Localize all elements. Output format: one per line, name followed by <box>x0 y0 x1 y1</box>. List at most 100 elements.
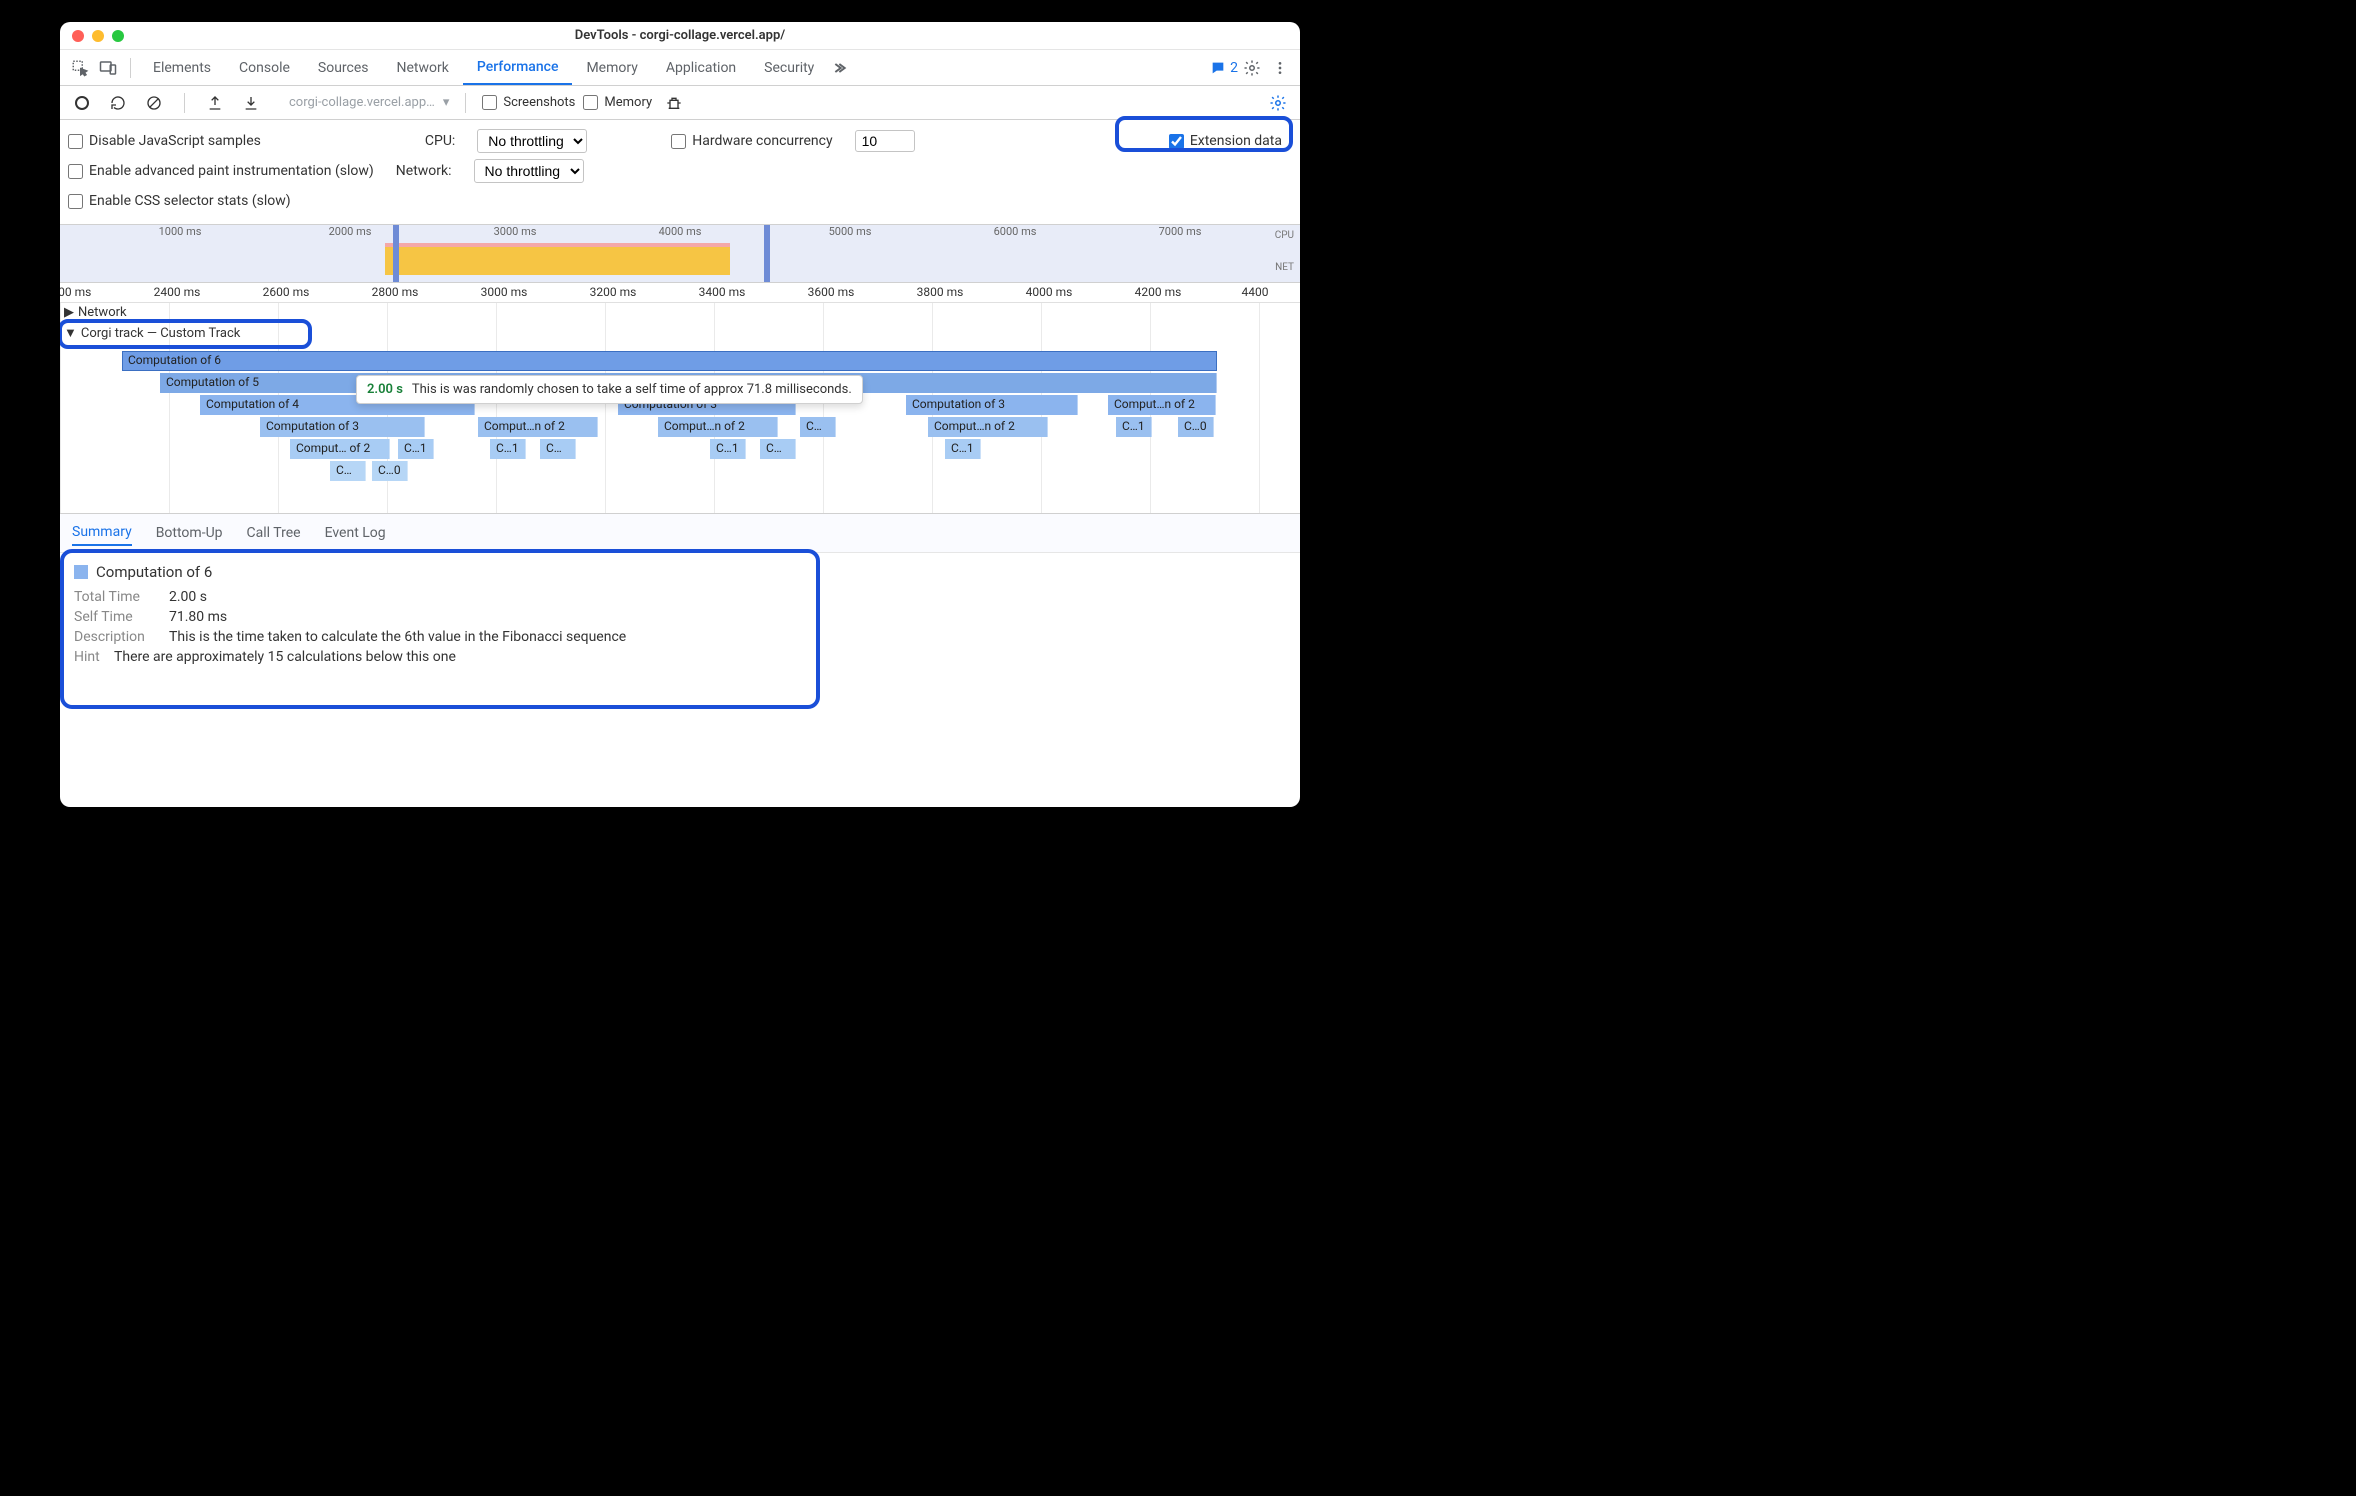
summary-description: This is the time taken to calculate the … <box>169 629 626 645</box>
flamechart[interactable]: ▶ Network ▼ Corgi track — Custom Track C… <box>60 303 1300 513</box>
flame-event[interactable]: Comput…n of 2 <box>1108 395 1216 415</box>
overview-flame <box>385 247 730 275</box>
tab-console[interactable]: Console <box>225 50 304 85</box>
overview-window-end-handle[interactable] <box>764 225 770 282</box>
tab-elements[interactable]: Elements <box>139 50 225 85</box>
network-label: Network: <box>396 163 452 179</box>
ruler-tick: 3600 ms <box>808 285 855 299</box>
recording-name-caret-icon[interactable]: ▾ <box>443 95 450 110</box>
ruler-tick: 3400 ms <box>699 285 746 299</box>
tab-performance[interactable]: Performance <box>463 50 573 85</box>
flame-event[interactable]: Comput…n of 2 <box>928 417 1048 437</box>
overview-tick: 3000 ms <box>494 225 537 238</box>
track-custom-header[interactable]: ▼ Corgi track — Custom Track <box>64 325 240 341</box>
messages-indicator[interactable]: 2 <box>1210 60 1238 76</box>
memory-checkbox[interactable]: Memory <box>583 95 652 110</box>
dtab-bottom-up[interactable]: Bottom-Up <box>156 521 223 545</box>
overview-ruler: 1000 ms2000 ms3000 ms4000 ms5000 ms6000 … <box>60 225 1300 243</box>
expand-icon: ▶ <box>64 305 74 320</box>
download-icon[interactable] <box>237 89 265 117</box>
flame-event[interactable]: Computation of 3 <box>260 417 425 437</box>
track-network-header[interactable]: ▶ Network <box>64 305 127 320</box>
flame-event[interactable]: C… <box>800 417 836 437</box>
dtab-summary[interactable]: Summary <box>72 520 132 546</box>
flame-event[interactable]: Comput…n of 2 <box>478 417 598 437</box>
ruler-tick: 2800 ms <box>372 285 419 299</box>
maximize-window-button[interactable] <box>112 30 124 42</box>
hardware-concurrency-checkbox[interactable]: Hardware concurrency <box>671 133 832 149</box>
ruler-tick: 2400 ms <box>154 285 201 299</box>
flame-event[interactable]: C… <box>330 461 366 481</box>
overview-tick: 7000 ms <box>1159 225 1202 238</box>
summary-color-swatch <box>74 565 88 579</box>
network-throttle-select[interactable]: No throttling <box>474 159 584 183</box>
ruler-tick: 3200 ms <box>590 285 637 299</box>
ruler-tick: 4200 ms <box>1135 285 1182 299</box>
cpu-throttle-select[interactable]: No throttling <box>477 129 587 153</box>
tab-memory[interactable]: Memory <box>572 50 651 85</box>
device-toolbar-icon[interactable] <box>94 54 122 82</box>
screenshots-checkbox[interactable]: Screenshots <box>482 95 575 110</box>
flame-event[interactable]: C…1 <box>398 439 434 459</box>
flame-event[interactable]: C…1 <box>1116 417 1152 437</box>
flame-event[interactable]: C…0 <box>372 461 408 481</box>
close-window-button[interactable] <box>72 30 84 42</box>
flamechart-tooltip: 2.00 s This is was randomly chosen to ta… <box>356 375 863 404</box>
inspect-element-icon[interactable] <box>66 54 94 82</box>
dtab-call-tree[interactable]: Call Tree <box>247 521 301 545</box>
details-tabs: Summary Bottom-Up Call Tree Event Log <box>60 513 1300 553</box>
flame-event[interactable]: C…1 <box>490 439 526 459</box>
tab-application[interactable]: Application <box>652 50 750 85</box>
tab-network[interactable]: Network <box>383 50 463 85</box>
window-title: DevTools - corgi-collage.vercel.app/ <box>124 28 1236 43</box>
overview-tick: 2000 ms <box>329 225 372 238</box>
overview-tick: 4000 ms <box>659 225 702 238</box>
overview-tick: 6000 ms <box>994 225 1037 238</box>
overview-window-start-handle[interactable] <box>393 225 399 282</box>
hardware-concurrency-input[interactable] <box>855 130 915 152</box>
messages-count: 2 <box>1230 60 1238 76</box>
summary-self-time: 71.80 ms <box>169 609 227 625</box>
flame-event[interactable]: C…1 <box>945 439 981 459</box>
recording-name[interactable]: corgi-collage.vercel.app… <box>289 95 435 110</box>
flame-event[interactable]: C…1 <box>710 439 746 459</box>
flame-event[interactable]: Computation of 3 <box>906 395 1078 415</box>
css-selector-stats-checkbox[interactable]: Enable CSS selector stats (slow) <box>68 193 291 209</box>
tab-sources[interactable]: Sources <box>304 50 383 85</box>
ruler-tick: 3000 ms <box>481 285 528 299</box>
reload-record-icon[interactable] <box>104 89 132 117</box>
advanced-paint-checkbox[interactable]: Enable advanced paint instrumentation (s… <box>68 163 374 179</box>
more-tabs-icon[interactable] <box>828 54 856 82</box>
performance-toolbar: corgi-collage.vercel.app… ▾ Screenshots … <box>60 86 1300 120</box>
flame-event[interactable]: Computation of 6 <box>122 351 1217 371</box>
performance-settings-icon[interactable] <box>1264 89 1292 117</box>
summary-total-time: 2.00 s <box>169 589 207 605</box>
clear-icon[interactable] <box>140 89 168 117</box>
flame-event[interactable]: C… <box>760 439 796 459</box>
upload-icon[interactable] <box>201 89 229 117</box>
extension-data-checkbox[interactable]: Extension data <box>1169 133 1282 149</box>
collapse-icon: ▼ <box>64 325 77 341</box>
tab-security[interactable]: Security <box>750 50 828 85</box>
gear-icon[interactable] <box>1238 54 1266 82</box>
summary-title: Computation of 6 <box>96 563 212 581</box>
ruler-tick: 4400 <box>1242 285 1269 299</box>
disable-js-samples-checkbox[interactable]: Disable JavaScript samples <box>68 133 261 149</box>
flame-event[interactable]: C…0 <box>1178 417 1214 437</box>
kebab-menu-icon[interactable] <box>1266 54 1294 82</box>
devtools-window: DevTools - corgi-collage.vercel.app/ Ele… <box>60 22 1300 807</box>
dtab-event-log[interactable]: Event Log <box>325 521 386 545</box>
record-icon[interactable] <box>68 89 96 117</box>
traffic-lights <box>72 30 124 42</box>
flame-event[interactable]: Comput… of 2 <box>290 439 390 459</box>
collect-garbage-icon[interactable] <box>660 89 688 117</box>
overview-tick: 5000 ms <box>829 225 872 238</box>
flamechart-ruler: 2200 ms2400 ms2600 ms2800 ms3000 ms3200 … <box>60 283 1300 303</box>
minimize-window-button[interactable] <box>92 30 104 42</box>
timeline-overview[interactable]: 1000 ms2000 ms3000 ms4000 ms5000 ms6000 … <box>60 225 1300 283</box>
ruler-tick: 2600 ms <box>263 285 310 299</box>
titlebar: DevTools - corgi-collage.vercel.app/ <box>60 22 1300 50</box>
flame-event[interactable]: Comput…n of 2 <box>658 417 778 437</box>
tooltip-text: This is was randomly chosen to take a se… <box>412 382 852 397</box>
flame-event[interactable]: C… <box>540 439 576 459</box>
